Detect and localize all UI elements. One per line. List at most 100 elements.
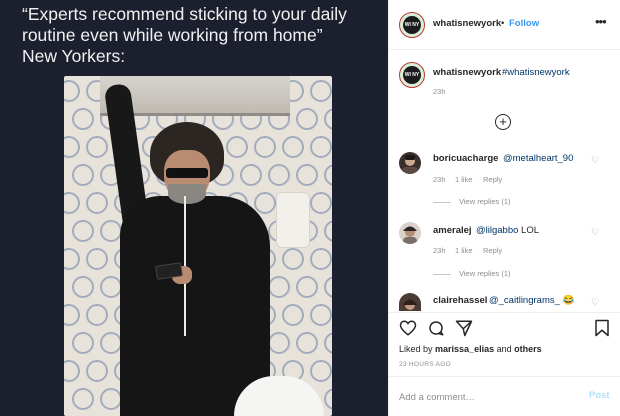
view-replies[interactable]: View replies (1)	[433, 197, 511, 206]
commenter-avatar[interactable]	[399, 222, 421, 244]
wall-tile	[100, 388, 122, 410]
wall-tile	[296, 164, 318, 186]
comment-mention[interactable]: @lilgabbo	[476, 225, 518, 236]
post-image[interactable]: “Experts recommend sticking to your dail…	[0, 0, 388, 416]
header-separator: •	[501, 18, 505, 29]
likes-summary: Liked by marissa_elias and others	[399, 344, 542, 354]
wall-tile	[64, 360, 80, 382]
caption-avatar-logo-text: WI NY	[404, 72, 420, 78]
wall-tile	[324, 220, 332, 242]
wall-tile	[310, 360, 332, 382]
plus-circle-icon[interactable]: +	[495, 114, 511, 130]
add-comment-section: Post	[389, 376, 620, 416]
wall-tile	[324, 332, 332, 354]
wall-tile	[324, 276, 332, 298]
wall-tile	[64, 80, 80, 102]
toilet-paper-roll	[276, 192, 310, 248]
wall-tile	[310, 136, 332, 158]
comment-username[interactable]: boricuacharge	[433, 153, 498, 164]
meme-caption-line-1: “Experts recommend sticking to your dail…	[22, 4, 347, 24]
comment-likes[interactable]: 1 like	[455, 246, 473, 255]
caption-hashtag[interactable]: #whatisnewyork	[502, 67, 570, 78]
likes-others[interactable]: others	[514, 344, 542, 354]
post-actions	[389, 312, 620, 342]
comment-mention[interactable]: @_caitlingrams_	[489, 295, 560, 306]
bookmark-icon[interactable]	[593, 319, 611, 337]
caption-username[interactable]: whatisnewyork	[433, 67, 501, 78]
comment-heart-icon[interactable]: ♡	[591, 297, 599, 308]
wall-tile	[100, 276, 122, 298]
wall-tile	[324, 164, 332, 186]
meme-photo	[64, 76, 332, 416]
header-username[interactable]: whatisnewyork	[433, 18, 501, 29]
wall-tile	[72, 164, 94, 186]
beard	[168, 184, 206, 204]
wall-tile	[268, 164, 290, 186]
comment-reply-button[interactable]: Reply	[483, 246, 502, 255]
comment-reply-button[interactable]: Reply	[483, 175, 502, 184]
post-sidebar: WI NY whatisnewyork • Follow ••• WI NY w…	[388, 0, 620, 416]
more-horizontal-icon[interactable]: •••	[595, 14, 607, 29]
likes-prefix: Liked by	[399, 344, 436, 354]
instagram-post-view: “Experts recommend sticking to your dail…	[0, 0, 620, 416]
wall-tile	[226, 136, 248, 158]
whatisnewyork-avatar[interactable]: WI NY	[399, 12, 425, 38]
wall-tile	[86, 192, 108, 214]
wall-tile	[240, 164, 262, 186]
comment-username[interactable]: clairehassel	[433, 295, 487, 306]
post-comment-button[interactable]: Post	[589, 390, 610, 401]
wall-tile	[296, 332, 318, 354]
comment-heart-icon[interactable]: ♡	[591, 227, 599, 238]
commenter-avatar[interactable]	[399, 152, 421, 174]
comment-time[interactable]: 23h	[433, 175, 446, 184]
wall-tile	[64, 136, 80, 158]
caption-avatar[interactable]: WI NY	[399, 62, 425, 88]
wall-tile	[64, 192, 80, 214]
meme-caption-line-2: routine even while working from home”	[22, 25, 323, 45]
avatar-logo-text: WI NY	[404, 22, 420, 28]
view-replies-label[interactable]: View replies (1)	[459, 269, 511, 278]
comment-likes[interactable]: 1 like	[455, 175, 473, 184]
view-replies[interactable]: View replies (1)	[433, 269, 511, 278]
wall-tile	[282, 136, 304, 158]
comment-heart-icon[interactable]: ♡	[591, 155, 599, 166]
follow-button[interactable]: Follow	[509, 18, 539, 29]
wall-tile	[254, 192, 276, 214]
commenter-avatar[interactable]	[399, 293, 421, 311]
comment-username[interactable]: ameralej	[433, 225, 472, 236]
wall-tile	[72, 276, 94, 298]
wall-tile	[268, 276, 290, 298]
wall-tile	[282, 304, 304, 326]
comment-body: @_caitlingrams_ 😂	[489, 295, 574, 306]
wall-tile	[86, 136, 108, 158]
wall-tile	[86, 248, 108, 270]
wall-tile	[64, 248, 80, 270]
wall-tile	[64, 304, 80, 326]
wall-tile	[310, 248, 332, 270]
comment-text: LOL	[518, 225, 540, 236]
likes-middle: and	[494, 344, 515, 354]
meme-caption-line-3: New Yorkers:	[22, 46, 126, 66]
comment-body: @lilgabbo LOL	[476, 225, 539, 236]
heart-icon[interactable]	[399, 319, 417, 337]
comment-text: 😂	[559, 295, 575, 306]
comment-icon[interactable]	[427, 319, 445, 337]
wall-tile	[72, 388, 94, 410]
caption-time[interactable]: 23h	[433, 87, 446, 96]
wall-tile	[296, 108, 318, 130]
black-jacket	[120, 196, 270, 416]
comment-mention[interactable]: @metalheart_90	[503, 153, 573, 164]
wall-tile	[72, 332, 94, 354]
view-replies-label[interactable]: View replies (1)	[459, 197, 511, 206]
likes-user[interactable]: marissa_elias	[435, 344, 494, 354]
send-icon[interactable]	[455, 319, 473, 337]
wall-tile	[72, 220, 94, 242]
wall-tile	[100, 220, 122, 242]
comment-time[interactable]: 23h	[433, 246, 446, 255]
wall-tile	[310, 80, 332, 102]
posted-time[interactable]: 23 HOURS AGO	[399, 361, 451, 368]
wall-tile	[282, 248, 304, 270]
add-comment-input[interactable]	[399, 389, 579, 405]
wall-tile	[296, 276, 318, 298]
post-header: WI NY whatisnewyork • Follow •••	[389, 0, 620, 50]
